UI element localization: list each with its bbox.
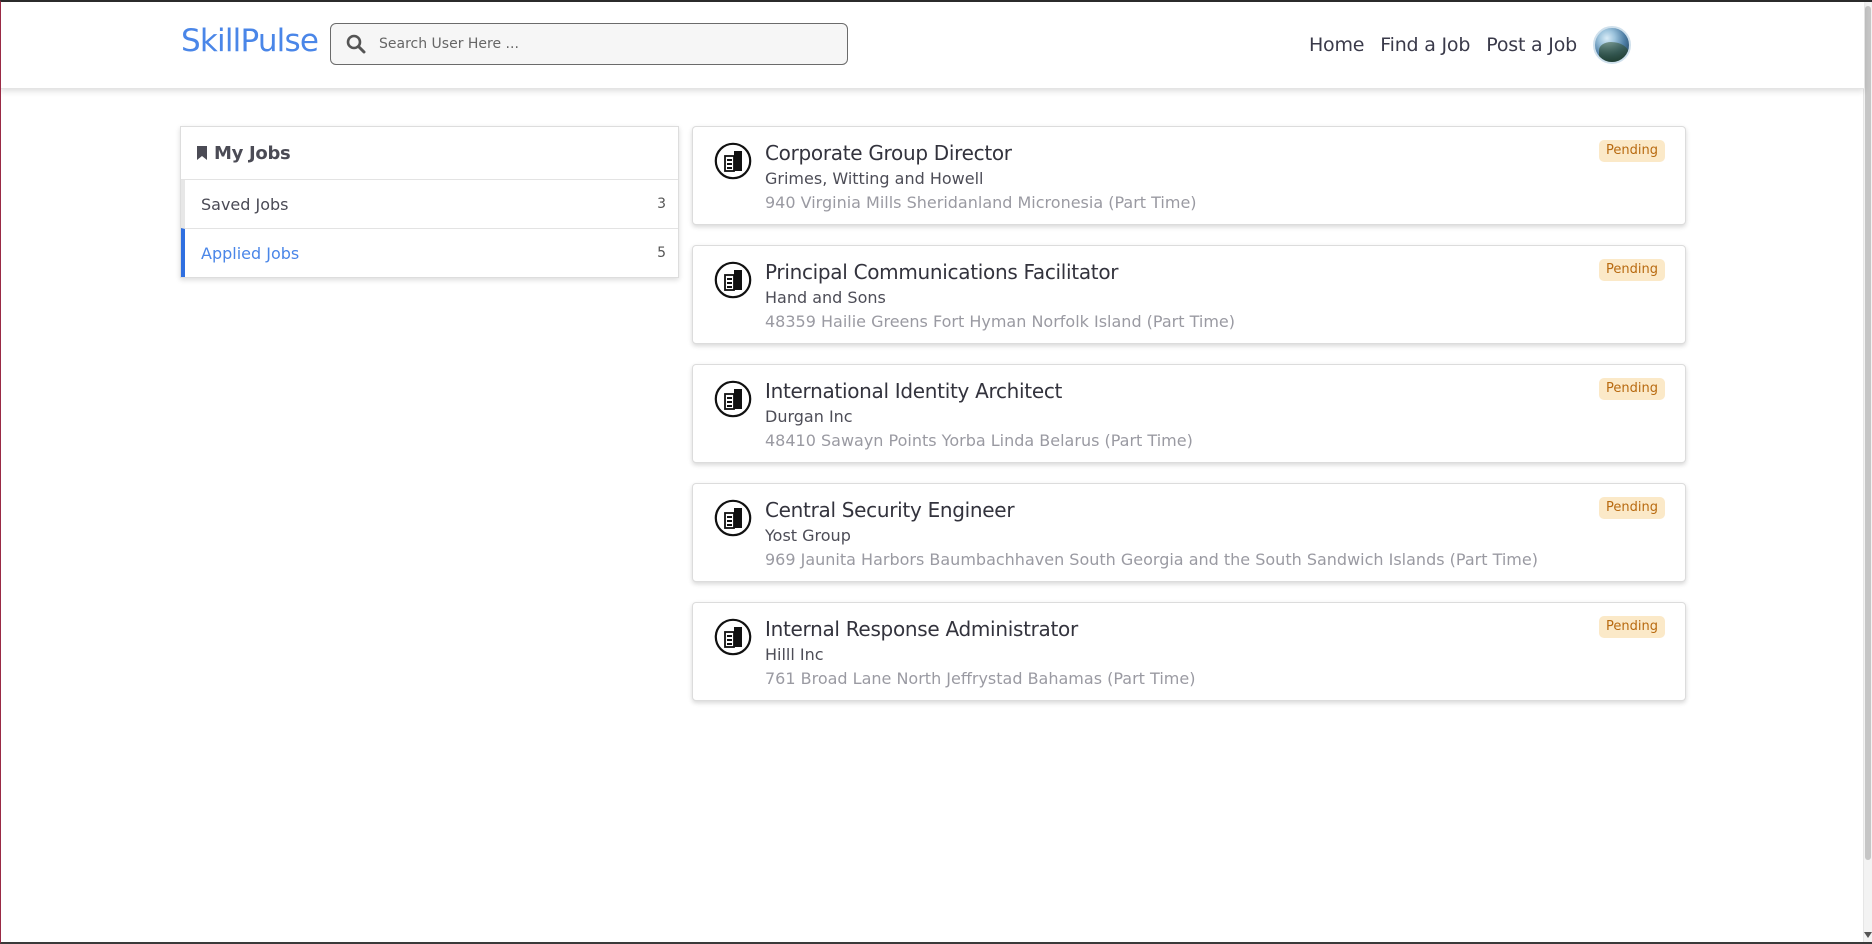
job-card[interactable]: Principal Communications Facilitator Han…	[692, 245, 1686, 344]
job-card[interactable]: Central Security Engineer Yost Group 969…	[692, 483, 1686, 582]
nav-link-find-job[interactable]: Find a Job	[1380, 34, 1470, 56]
company-name: Yost Group	[765, 526, 851, 545]
job-card[interactable]: Internal Response Administrator Hilll In…	[692, 602, 1686, 701]
job-title[interactable]: Corporate Group Director	[765, 141, 1012, 165]
status-badge: Pending	[1599, 140, 1665, 162]
my-jobs-sidebar: My Jobs Saved Jobs 3 Applied Jobs 5	[180, 126, 679, 278]
job-title[interactable]: Internal Response Administrator	[765, 617, 1078, 641]
job-location: 940 Virginia Mills Sheridanland Micrones…	[765, 193, 1197, 212]
sidebar-item-count: 3	[657, 196, 666, 212]
company-name: Hilll Inc	[765, 645, 824, 664]
scrollbar-thumb[interactable]	[1865, 6, 1871, 860]
sidebar-item-label: Saved Jobs	[201, 194, 289, 214]
job-location: 48410 Sawayn Points Yorba Linda Belarus …	[765, 431, 1193, 450]
status-badge: Pending	[1599, 616, 1665, 638]
building-icon	[714, 142, 752, 180]
sidebar-item-count: 5	[657, 245, 666, 261]
building-icon	[714, 618, 752, 656]
nav-links: Home Find a Job Post a Job	[1293, 26, 1631, 64]
job-location: 761 Broad Lane North Jeffrystad Bahamas …	[765, 669, 1196, 688]
sidebar-item-label: Applied Jobs	[201, 243, 300, 263]
building-icon	[714, 380, 752, 418]
status-badge: Pending	[1599, 378, 1665, 400]
avatar[interactable]	[1593, 26, 1631, 64]
search-box[interactable]	[330, 23, 848, 65]
job-card[interactable]: Corporate Group Director Grimes, Witting…	[692, 126, 1686, 225]
search-icon	[343, 31, 369, 57]
brand-logo[interactable]: SkillPulse	[181, 23, 319, 59]
company-name: Hand and Sons	[765, 288, 886, 307]
job-location: 48359 Hailie Greens Fort Hyman Norfolk I…	[765, 312, 1235, 331]
job-location: 969 Jaunita Harbors Baumbachhaven South …	[765, 550, 1538, 569]
company-name: Grimes, Witting and Howell	[765, 169, 984, 188]
sidebar-item-saved-jobs[interactable]: Saved Jobs 3	[181, 180, 678, 228]
vertical-scrollbar[interactable]	[1863, 2, 1872, 942]
nav-link-home[interactable]: Home	[1309, 34, 1365, 56]
sidebar-header: My Jobs	[181, 127, 678, 180]
nav-link-post-job[interactable]: Post a Job	[1486, 34, 1577, 56]
scroll-down-icon[interactable]	[1864, 930, 1872, 940]
sidebar-title: My Jobs	[214, 142, 291, 164]
top-navbar: SkillPulse Home Find a Job Post a Job	[0, 2, 1864, 89]
status-badge: Pending	[1599, 259, 1665, 281]
applied-jobs-list: Corporate Group Director Grimes, Witting…	[692, 126, 1686, 721]
building-icon	[714, 499, 752, 537]
building-icon	[714, 261, 752, 299]
status-badge: Pending	[1599, 497, 1665, 519]
job-title[interactable]: Central Security Engineer	[765, 498, 1015, 522]
search-input[interactable]	[377, 35, 821, 53]
company-name: Durgan Inc	[765, 407, 853, 426]
job-card[interactable]: International Identity Architect Durgan …	[692, 364, 1686, 463]
job-title[interactable]: International Identity Architect	[765, 379, 1062, 403]
job-title[interactable]: Principal Communications Facilitator	[765, 260, 1118, 284]
bookmark-icon	[197, 146, 207, 160]
sidebar-item-applied-jobs[interactable]: Applied Jobs 5	[181, 228, 678, 277]
